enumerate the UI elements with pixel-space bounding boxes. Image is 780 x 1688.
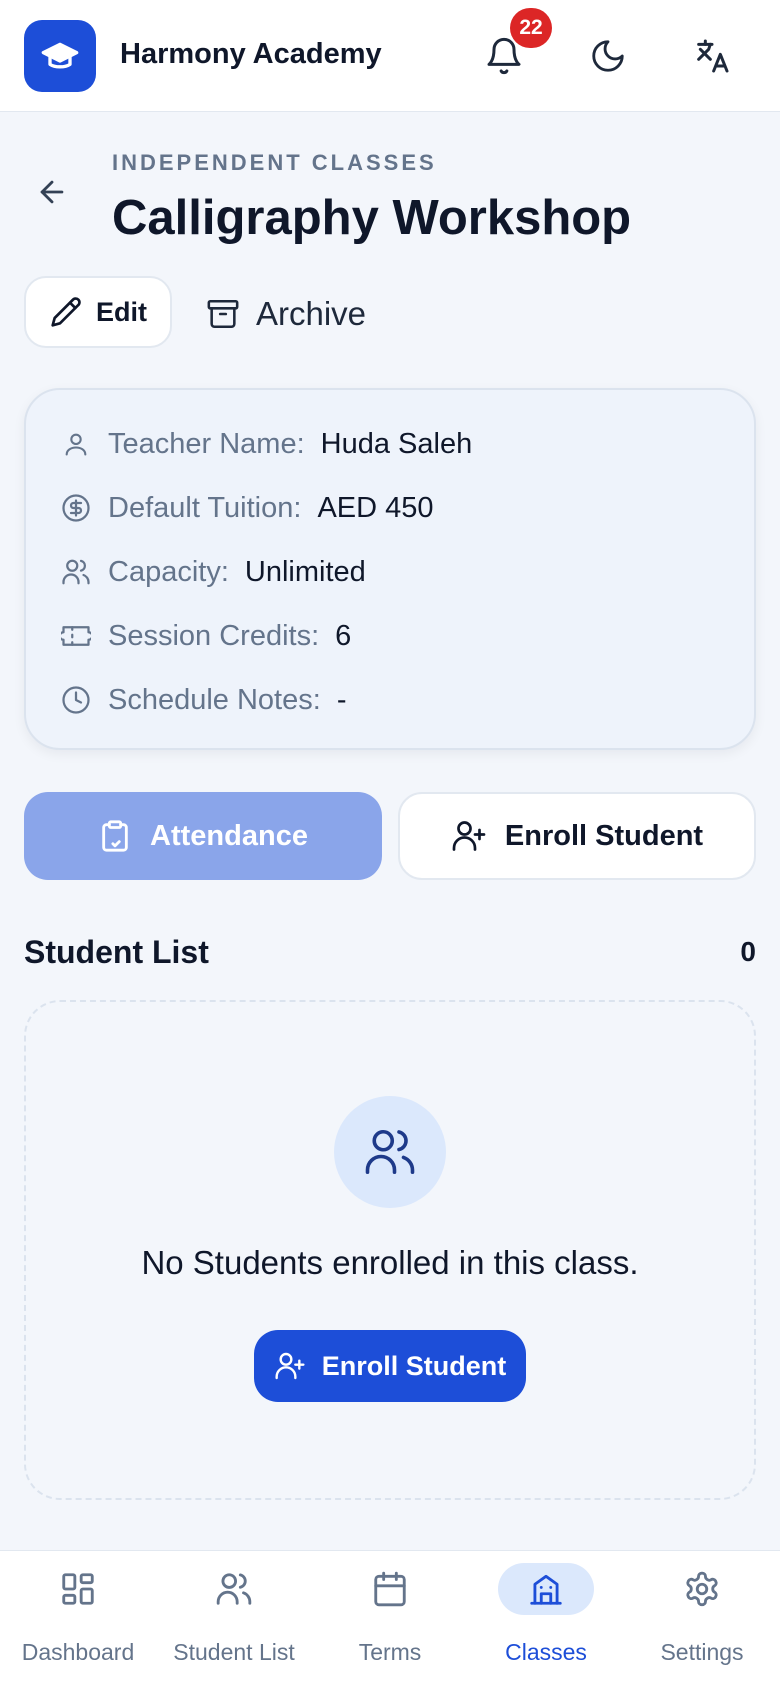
translate-icon	[692, 36, 732, 76]
nav-item-terms[interactable]: Terms	[312, 1551, 468, 1688]
enroll-student-primary-button[interactable]: Enroll Student	[254, 1330, 526, 1402]
language-button[interactable]	[684, 28, 740, 84]
empty-state-illustration	[334, 1096, 446, 1208]
graduation-cap-icon	[40, 36, 80, 76]
user-icon	[60, 428, 92, 460]
enroll-student-button[interactable]: Enroll Student	[398, 792, 756, 880]
nav-label-classes: Classes	[505, 1639, 587, 1665]
users-icon	[186, 1563, 282, 1615]
user-plus-icon	[451, 818, 487, 854]
pencil-icon	[50, 296, 82, 328]
tuition-value: AED 450	[317, 491, 434, 524]
dollar-circle-icon	[60, 492, 92, 524]
bottom-nav: Dashboard Student List Terms Classes Set…	[0, 1550, 780, 1688]
ticket-icon	[60, 620, 92, 652]
users-icon	[60, 556, 92, 588]
credits-value: 6	[335, 619, 352, 652]
teacher-value: Huda Saleh	[320, 427, 473, 460]
teacher-row: Teacher Name: Huda Saleh	[60, 424, 472, 464]
tuition-row: Default Tuition: AED 450	[60, 488, 434, 528]
moon-icon	[589, 37, 627, 75]
nav-item-classes[interactable]: Classes	[468, 1551, 624, 1688]
nav-label-terms: Terms	[358, 1639, 422, 1665]
nav-item-dashboard[interactable]: Dashboard	[0, 1551, 156, 1688]
class-info-card: Teacher Name: Huda Saleh Default Tuition…	[24, 388, 756, 750]
schedule-notes-value: -	[336, 683, 347, 716]
building-icon	[498, 1563, 594, 1615]
nav-label-settings: Settings	[660, 1639, 744, 1665]
top-bar: Harmony Academy 22	[0, 0, 780, 112]
schedule-notes-label: Schedule Notes:	[108, 683, 321, 716]
teacher-label: Teacher Name:	[108, 427, 305, 460]
tuition-label: Default Tuition:	[108, 491, 302, 524]
page-title: Calligraphy Workshop	[112, 191, 632, 245]
capacity-label: Capacity:	[108, 555, 229, 588]
users-icon	[363, 1125, 417, 1179]
archive-icon	[206, 297, 240, 331]
app-logo[interactable]	[24, 20, 96, 92]
nav-label-dashboard: Dashboard	[21, 1639, 135, 1665]
credits-label: Session Credits:	[108, 619, 320, 652]
capacity-row: Capacity: Unlimited	[60, 552, 366, 592]
attendance-button[interactable]: Attendance	[24, 792, 382, 880]
student-list-title: Student List	[24, 934, 209, 970]
edit-label: Edit	[96, 296, 147, 327]
calendar-icon	[342, 1563, 438, 1615]
dashboard-icon	[30, 1563, 126, 1615]
arrow-left-icon	[35, 175, 69, 209]
student-count: 0	[740, 936, 756, 967]
enroll-student-label: Enroll Student	[504, 819, 704, 852]
schedule-notes-row: Schedule Notes: -	[60, 680, 346, 720]
nav-item-settings[interactable]: Settings	[624, 1551, 780, 1688]
capacity-value: Unlimited	[244, 555, 366, 588]
app-title: Harmony Academy	[120, 38, 382, 70]
nav-label-student-list: Student List	[173, 1639, 295, 1665]
back-button[interactable]	[30, 170, 74, 214]
page-eyebrow: INDEPENDENT CLASSES	[112, 150, 437, 175]
edit-button[interactable]: Edit	[24, 276, 172, 348]
archive-button[interactable]: Archive	[206, 284, 366, 344]
notification-badge: 22	[510, 8, 552, 48]
archive-label: Archive	[256, 295, 367, 332]
gear-icon	[654, 1563, 750, 1615]
empty-state-message: No Students enrolled in this class.	[141, 1244, 639, 1281]
user-plus-icon	[274, 1350, 306, 1382]
clock-icon	[60, 684, 92, 716]
nav-item-student-list[interactable]: Student List	[156, 1551, 312, 1688]
attendance-label: Attendance	[150, 819, 308, 852]
enroll-student-primary-label: Enroll Student	[321, 1350, 507, 1381]
clipboard-check-icon	[98, 819, 132, 853]
theme-toggle-button[interactable]	[580, 28, 636, 84]
credits-row: Session Credits: 6	[60, 616, 351, 656]
